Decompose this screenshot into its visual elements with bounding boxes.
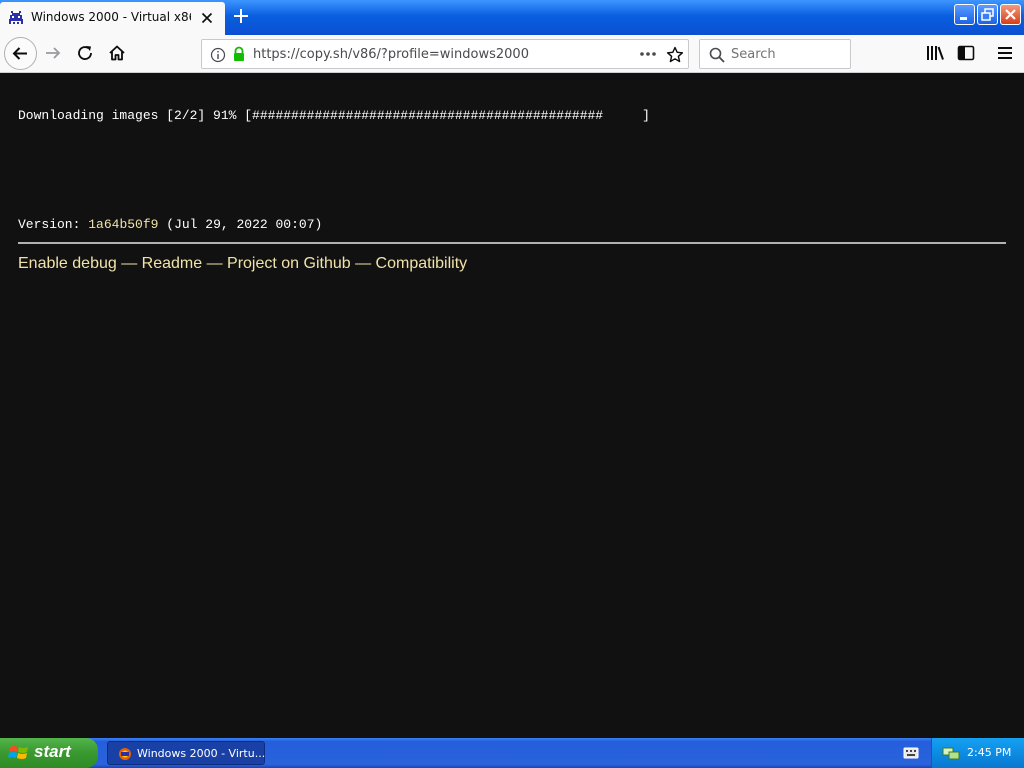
- compatibility-link[interactable]: Compatibility: [376, 255, 468, 272]
- tab-close-icon[interactable]: [199, 10, 215, 26]
- search-icon: [709, 47, 725, 63]
- footer-links: Enable debug — Readme — Project on Githu…: [18, 255, 467, 273]
- version-hash-link[interactable]: 1a64b50f9: [88, 217, 158, 232]
- browser-tab[interactable]: Windows 2000 - Virtual x86: [0, 2, 225, 35]
- v86-invader-icon: [9, 11, 23, 24]
- link-separator: —: [202, 255, 228, 272]
- bookmark-star-icon[interactable]: [666, 46, 684, 64]
- hamburger-menu-icon[interactable]: [995, 43, 1015, 63]
- navigation-toolbar: https://copy.sh/v86/?profile=windows2000: [0, 35, 1024, 73]
- clock[interactable]: 2:45 PM: [967, 746, 1011, 759]
- windows-flag-icon: [8, 746, 28, 759]
- browser-tab-strip: Windows 2000 - Virtual x86: [0, 0, 1024, 35]
- library-icon[interactable]: [925, 43, 945, 63]
- site-info-icon[interactable]: [210, 47, 226, 63]
- back-arrow-icon: [12, 47, 27, 60]
- taskbar-item-browser[interactable]: Windows 2000 - Virtu...: [107, 741, 265, 765]
- start-button[interactable]: start: [0, 738, 98, 768]
- browser-app-icon: [119, 748, 131, 760]
- lock-icon[interactable]: [231, 46, 247, 62]
- close-window-button[interactable]: [1000, 4, 1021, 25]
- link-separator: —: [116, 255, 142, 272]
- keyboard-language-icon[interactable]: [903, 746, 919, 760]
- new-tab-plus-icon[interactable]: [231, 6, 251, 26]
- download-progress-text: Downloading images [2/2] 91% [##########…: [18, 108, 650, 123]
- version-label: Version:: [18, 217, 81, 232]
- back-button[interactable]: [4, 37, 37, 70]
- forward-arrow-icon[interactable]: [43, 43, 63, 63]
- start-label: start: [34, 742, 71, 761]
- tab-title: Windows 2000 - Virtual x86: [31, 10, 191, 24]
- version-info: Version: 1a64b50f9 (Jul 29, 2022 00:07): [18, 217, 322, 232]
- taskbar: start Windows 2000 - Virtu... 2:45 PM: [0, 738, 1024, 768]
- page-content: Downloading images [2/2] 91% [##########…: [0, 74, 1024, 738]
- address-bar[interactable]: https://copy.sh/v86/?profile=windows2000: [201, 39, 689, 69]
- github-project-link[interactable]: Project on Github: [227, 255, 351, 272]
- minimize-icon: [960, 17, 967, 20]
- restore-icon: [981, 8, 994, 21]
- url-text[interactable]: https://copy.sh/v86/?profile=windows2000: [253, 47, 529, 62]
- enable-debug-link[interactable]: Enable debug: [18, 255, 117, 272]
- link-separator: —: [350, 255, 376, 272]
- search-bar[interactable]: [699, 39, 851, 69]
- horizontal-divider: [18, 242, 1006, 244]
- taskbar-item-label: Windows 2000 - Virtu...: [137, 747, 266, 760]
- search-input[interactable]: [731, 44, 846, 64]
- page-actions-ellipsis-icon[interactable]: [638, 46, 658, 62]
- restore-button[interactable]: [977, 4, 998, 25]
- system-tray: 2:45 PM: [931, 738, 1024, 768]
- network-icon[interactable]: [942, 745, 960, 761]
- reload-icon[interactable]: [75, 43, 95, 63]
- sidebar-icon[interactable]: [956, 43, 976, 63]
- minimize-button[interactable]: [954, 4, 975, 25]
- version-date: (Jul 29, 2022 00:07): [166, 217, 323, 232]
- readme-link[interactable]: Readme: [142, 255, 202, 272]
- home-icon[interactable]: [107, 43, 127, 63]
- close-icon: [1005, 9, 1016, 20]
